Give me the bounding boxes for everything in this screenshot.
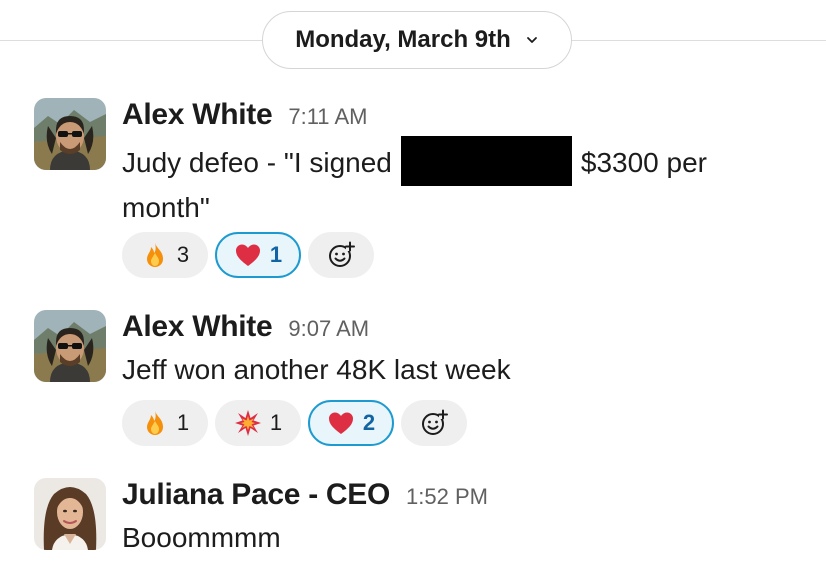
message-text: Judy defeo - "I signed $3300 per month" — [122, 136, 707, 230]
author-name[interactable]: Alex White — [122, 98, 273, 132]
message-pane: Monday, March 9th Alex White 7:11 AM Jud… — [0, 0, 826, 576]
redaction-box — [400, 136, 572, 186]
add-reaction-icon — [422, 409, 448, 435]
date-divider-button[interactable]: Monday, March 9th — [262, 11, 572, 69]
reaction-bar: 3 1 — [122, 232, 374, 278]
add-reaction-icon — [329, 241, 355, 267]
author-name[interactable]: Juliana Pace - CEO — [122, 478, 390, 512]
avatar[interactable] — [34, 478, 106, 550]
reaction-count: 1 — [269, 242, 283, 267]
avatar[interactable] — [34, 310, 106, 382]
message-header: Alex White 7:11 AM — [122, 98, 367, 132]
add-reaction-button[interactable] — [308, 232, 374, 278]
heart-emoji-icon — [235, 244, 260, 266]
date-label: Monday, March 9th — [295, 26, 511, 53]
timestamp[interactable]: 9:07 AM — [288, 316, 369, 342]
avatar[interactable] — [34, 98, 106, 170]
reaction-heart[interactable]: 2 — [308, 400, 394, 446]
author-name[interactable]: Alex White — [122, 310, 273, 344]
message-text-part: month" — [122, 192, 210, 223]
message-text: Jeff won another 48K last week — [122, 354, 511, 385]
fire-emoji-icon — [146, 411, 163, 435]
message-text-part: $3300 per — [580, 147, 707, 178]
message-header: Juliana Pace - CEO 1:52 PM — [122, 478, 488, 512]
fire-emoji-icon — [146, 243, 163, 267]
reaction-collision[interactable]: 1 — [215, 400, 301, 446]
reaction-count: 1 — [176, 410, 190, 435]
reaction-fire[interactable]: 1 — [122, 400, 208, 446]
reaction-count: 3 — [176, 242, 190, 267]
chevron-down-icon — [526, 37, 537, 43]
reaction-bar: 1 1 2 — [122, 400, 467, 446]
add-reaction-button[interactable] — [401, 400, 467, 446]
message-text: Booommmm — [122, 522, 281, 553]
message-header: Alex White 9:07 AM — [122, 310, 369, 344]
reaction-heart[interactable]: 1 — [215, 232, 301, 278]
reaction-fire[interactable]: 3 — [122, 232, 208, 278]
collision-emoji-icon — [234, 410, 261, 436]
timestamp[interactable]: 1:52 PM — [406, 484, 488, 510]
timestamp[interactable]: 7:11 AM — [288, 104, 367, 130]
message-text-part: Judy defeo - "I signed — [122, 147, 392, 178]
reaction-count: 1 — [269, 410, 283, 435]
reaction-count: 2 — [362, 410, 376, 435]
heart-emoji-icon — [328, 412, 353, 434]
